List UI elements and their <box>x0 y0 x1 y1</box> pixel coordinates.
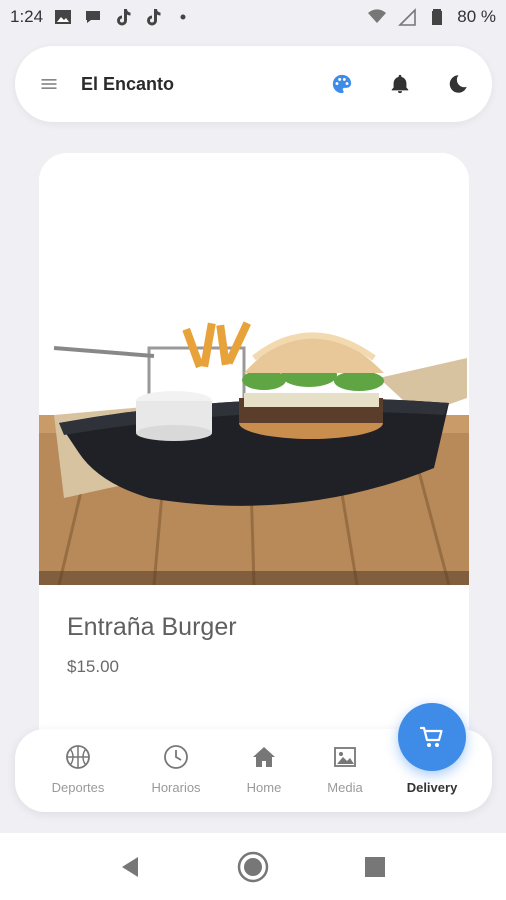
app-title: El Encanto <box>81 73 175 94</box>
status-right: 80 % <box>367 7 496 27</box>
signal-icon <box>397 7 417 27</box>
status-time: 1:24 <box>10 7 44 26</box>
nav-label-delivery: Delivery <box>406 780 458 795</box>
delivery-cart-button[interactable] <box>398 703 466 771</box>
battery-level: 80 % <box>457 7 496 26</box>
system-navigation-bar <box>0 833 506 900</box>
nav-label-home: Home <box>246 780 282 795</box>
image-icon <box>53 7 73 27</box>
moon-icon[interactable] <box>446 72 470 96</box>
tiktok-icon <box>113 7 133 27</box>
home-icon <box>250 743 278 771</box>
back-icon[interactable] <box>112 849 148 885</box>
bell-icon[interactable] <box>388 72 412 96</box>
nav-label-horarios: Horarios <box>151 780 201 795</box>
status-bar: 1:24 80 % <box>0 0 506 34</box>
palette-icon[interactable] <box>330 72 354 96</box>
product-name: Entraña Burger <box>67 613 237 641</box>
recents-icon[interactable] <box>357 849 393 885</box>
wifi-icon <box>367 7 387 27</box>
image-icon <box>331 743 359 771</box>
nav-item-media[interactable]: Media <box>305 729 385 812</box>
top-app-bar: El Encanto <box>15 46 492 122</box>
cart-icon <box>419 726 443 747</box>
product-image <box>39 153 469 585</box>
chat-bubble-icon <box>83 7 103 27</box>
nav-item-home[interactable]: Home <box>224 729 304 812</box>
hamburger-menu-icon[interactable] <box>37 72 61 96</box>
app-screen: 1:24 80 % El Encanto Entraña Burger $15.… <box>0 0 506 900</box>
home-circle-icon[interactable] <box>235 849 271 885</box>
nav-item-deportes[interactable]: Deportes <box>38 729 118 812</box>
status-left: 1:24 <box>10 7 193 27</box>
top-actions <box>330 72 470 96</box>
battery-icon <box>427 7 447 27</box>
nav-label-media: Media <box>327 780 363 795</box>
clock-icon <box>162 743 190 771</box>
product-price: $15.00 <box>67 657 119 676</box>
tiktok-icon <box>143 7 163 27</box>
nav-item-horarios[interactable]: Horarios <box>136 729 216 812</box>
basketball-icon <box>64 743 92 771</box>
product-card[interactable]: Entraña Burger $15.00 <box>39 153 469 793</box>
nav-label-deportes: Deportes <box>51 780 105 795</box>
dot-icon <box>173 7 193 27</box>
